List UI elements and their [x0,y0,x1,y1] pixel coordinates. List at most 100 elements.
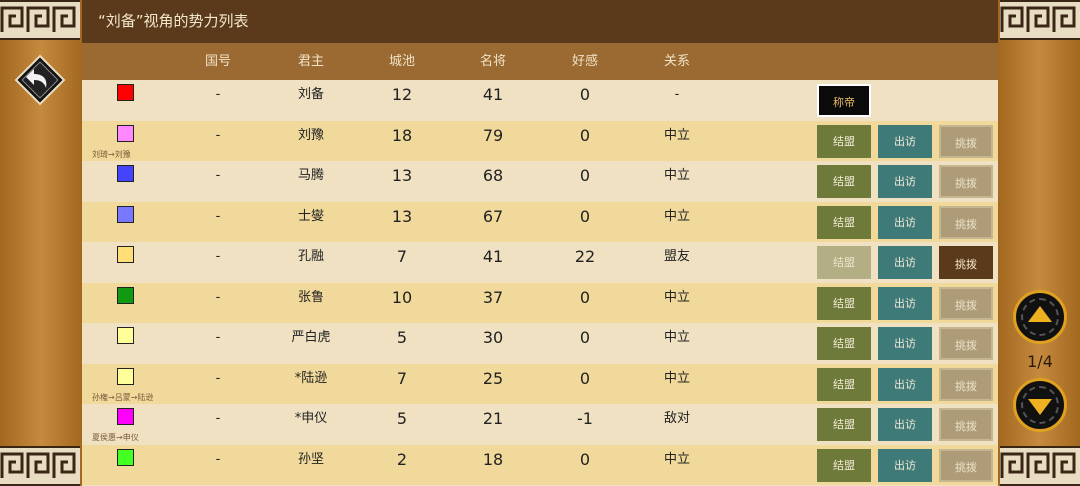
lord-cell: 马腾 [297,168,325,183]
sow-discord-button[interactable]: 挑拨 [939,246,993,279]
column-header-favor: 好感 [571,54,599,69]
table-row[interactable]: - 刘备 12 41 0 - 称帝 [82,80,998,121]
sow-discord-button[interactable]: 挑拨 [939,327,993,360]
alliance-button[interactable]: 结盟 [817,205,871,239]
favor-cell: 0 [579,449,591,469]
alliance-button[interactable]: 结盟 [817,367,871,401]
lord-cell: 刘备 [297,87,325,102]
page-down-button[interactable] [1013,378,1067,432]
visit-button[interactable]: 出访 [878,124,932,158]
faction-color-swatch [117,84,134,101]
cities-cell: 18 [391,125,413,145]
lord-cell: 刘豫 [297,127,325,143]
cities-cell: 13 [391,166,413,185]
favor-cell: 0 [579,125,591,145]
favor-cell: -1 [577,409,593,428]
guohao-cell: - [215,249,221,264]
relation-cell: 中立 [663,208,691,224]
visit-button[interactable]: 出访 [878,448,932,482]
generals-cell: 21 [482,409,504,428]
succession-note: 刘琦→刘豫 [92,149,131,159]
cities-cell: 5 [396,328,408,347]
column-header-lord: 君主 [297,54,325,69]
alliance-button[interactable]: 结盟 [817,286,871,320]
generals-cell: 37 [482,287,504,307]
faction-list-panel: “刘备”视角的势力列表 国号 君主 城池 名将 好感 关系 - 刘备 12 41 0 - 称… [82,0,998,486]
alliance-button[interactable]: 结盟 [817,448,871,482]
visit-button[interactable]: 出访 [878,286,932,320]
proclaim-emperor-button[interactable]: 称帝 [817,84,871,117]
table-row[interactable]: - 孙坚 2 18 0 中立 结盟 出访 挑拨 [82,444,998,485]
up-arrow-icon [1028,306,1052,322]
cities-cell: 12 [391,85,413,104]
back-arrow-icon [14,54,66,106]
lord-cell: *申仪 [294,411,328,426]
faction-color-swatch [117,408,134,425]
alliance-button[interactable]: 结盟 [817,165,871,198]
generals-cell: 68 [482,166,504,185]
lord-cell: 张鲁 [297,289,325,305]
favor-cell: 0 [579,287,591,307]
sow-discord-button[interactable]: 挑拨 [939,205,993,239]
visit-button[interactable]: 出访 [878,205,932,239]
column-header-guohao: 国号 [204,54,232,69]
table-row[interactable]: - 张鲁 10 37 0 中立 结盟 出访 挑拨 [82,282,998,323]
relation-cell: 中立 [663,370,691,386]
generals-cell: 30 [482,328,504,347]
table-row[interactable]: - 士燮 13 67 0 中立 结盟 出访 挑拨 [82,201,998,242]
page-title: “刘备”视角的势力列表 [82,0,998,43]
relation-cell: - [674,87,680,102]
relation-cell: 中立 [663,127,691,143]
visit-button[interactable]: 出访 [878,367,932,401]
faction-color-swatch [117,124,134,142]
guohao-cell: - [215,370,221,386]
visit-button[interactable]: 出访 [878,327,932,360]
cities-cell: 5 [396,409,408,428]
guohao-cell: - [215,289,221,305]
alliance-button[interactable]: 结盟 [817,124,871,158]
relation-cell: 中立 [663,168,691,183]
alliance-button[interactable]: 结盟 [817,408,871,441]
fret-pattern-icon [1000,0,1080,40]
cities-cell: 7 [396,247,408,266]
table-row[interactable]: 刘琦→刘豫 - 刘豫 18 79 0 中立 结盟 出访 挑拨 [82,120,998,161]
favor-cell: 0 [579,206,591,226]
sow-discord-button[interactable]: 挑拨 [939,165,993,198]
faction-color-swatch [117,246,134,263]
table-row[interactable]: 夏侯惠→申仪 - *申仪 5 21 -1 敌对 结盟 出访 挑拨 [82,404,998,445]
page-up-button[interactable] [1013,290,1067,344]
sow-discord-button[interactable]: 挑拨 [939,286,993,320]
table-header: 国号 君主 城池 名将 好感 关系 [82,43,998,80]
table-row[interactable]: - 严白虎 5 30 0 中立 结盟 出访 挑拨 [82,323,998,364]
guohao-cell: - [215,451,221,467]
lord-cell: 孔融 [297,249,325,264]
relation-cell: 敌对 [663,411,691,426]
faction-color-swatch [117,205,134,223]
back-button[interactable] [14,54,66,106]
alliance-button[interactable]: 结盟 [817,327,871,360]
guohao-cell: - [215,168,221,183]
sow-discord-button[interactable]: 挑拨 [939,448,993,482]
visit-button[interactable]: 出访 [878,408,932,441]
visit-button[interactable]: 出访 [878,246,932,279]
relation-cell: 中立 [663,330,691,345]
cities-cell: 10 [391,287,413,307]
table-row[interactable]: - 马腾 13 68 0 中立 结盟 出访 挑拨 [82,161,998,202]
sow-discord-button[interactable]: 挑拨 [939,408,993,441]
table-row[interactable]: 孙権→吕蒙→陆逊 - *陆逊 7 25 0 中立 结盟 出访 挑拨 [82,363,998,404]
down-arrow-icon [1028,399,1052,415]
visit-button[interactable]: 出访 [878,165,932,198]
favor-cell: 0 [579,85,591,104]
faction-color-swatch [117,327,134,344]
lord-cell: 士燮 [297,208,325,224]
relation-cell: 盟友 [663,249,691,264]
column-header-generals: 名将 [479,54,507,69]
cities-cell: 13 [391,206,413,226]
sow-discord-button[interactable]: 挑拨 [939,367,993,401]
generals-cell: 41 [482,85,504,104]
table-row[interactable]: - 孔融 7 41 22 盟友 结盟 出访 挑拨 [82,242,998,283]
guohao-cell: - [215,87,221,102]
alliance-button[interactable]: 结盟 [817,246,871,279]
faction-color-swatch [117,165,134,182]
sow-discord-button[interactable]: 挑拨 [939,124,993,158]
